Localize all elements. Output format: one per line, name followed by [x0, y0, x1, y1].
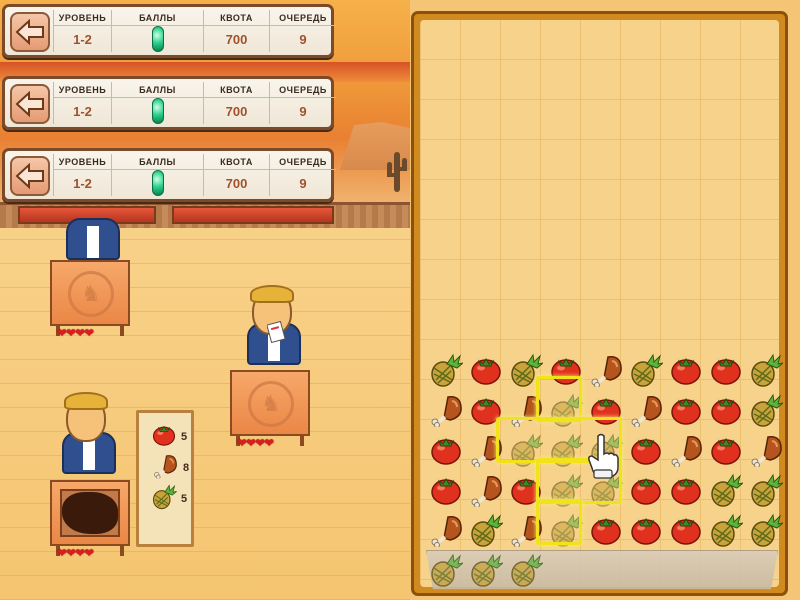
queue-value: 9: [299, 103, 307, 119]
drumstick-icon[interactable]: [426, 390, 466, 430]
queue-label: ОЧЕРЕДЬ: [270, 82, 336, 98]
hearts-customer-1: ❤❤❤❤: [57, 326, 94, 340]
pineapple-icon[interactable]: [746, 510, 786, 550]
queue-label: ОЧЕРЕДЬ: [270, 154, 336, 170]
order-row: 5: [143, 483, 187, 514]
tomato-icon[interactable]: [586, 510, 626, 550]
quota-label: КВОТА: [204, 10, 269, 26]
level-label: УРОВЕНЬ: [54, 10, 111, 26]
customer-crate: ♞: [50, 260, 130, 326]
drumstick-icon[interactable]: [746, 430, 786, 470]
tomato-icon[interactable]: [626, 430, 666, 470]
game-board: [411, 11, 788, 596]
order-count: 8: [183, 461, 190, 474]
hud-panel: УРОВЕНЬ 1-2 БАЛЛЫ КВОТА 700 ОЧЕРЕДЬ 9: [2, 4, 336, 58]
quota-value: 700: [225, 103, 248, 119]
tomato-icon[interactable]: [466, 350, 506, 390]
level-value: 1-2: [73, 31, 92, 47]
tomato-icon[interactable]: [626, 510, 666, 550]
queue-value: 9: [299, 175, 307, 191]
back-arrow-icon: [15, 19, 44, 45]
queue-label: ОЧЕРЕДЬ: [270, 10, 336, 26]
tomato-icon[interactable]: [666, 350, 706, 390]
pineapple-icon[interactable]: [746, 390, 786, 430]
tomato-icon[interactable]: [666, 470, 706, 510]
back-arrow-icon: [15, 163, 44, 189]
tomato-icon[interactable]: [426, 470, 466, 510]
back-arrow-icon: [15, 91, 44, 117]
level-value: 1-2: [73, 103, 92, 119]
selection-outline: [536, 376, 582, 422]
tomato-icon[interactable]: [426, 430, 466, 470]
horse-emblem-icon: ♞: [68, 271, 114, 317]
horse-emblem-icon: ♞: [248, 381, 294, 427]
back-button[interactable]: [10, 156, 50, 196]
gem-icon: [151, 98, 164, 124]
quota-label: КВОТА: [204, 154, 269, 170]
pineapple-icon: [466, 550, 506, 590]
gem-icon: [151, 26, 164, 52]
drumstick-icon[interactable]: [666, 430, 706, 470]
pineapple-icon: [506, 550, 546, 590]
drumstick-icon[interactable]: [626, 390, 666, 430]
order-card: 5 8 5: [136, 410, 194, 547]
silhouette-icon: [62, 492, 118, 534]
score-label: БАЛЛЫ: [112, 154, 203, 170]
pineapple-icon[interactable]: [626, 350, 666, 390]
pineapple-icon: [151, 483, 177, 514]
quota-value: 700: [225, 175, 248, 191]
pineapple-icon[interactable]: [706, 510, 746, 550]
drumstick-icon[interactable]: [466, 470, 506, 510]
pineapple-icon[interactable]: [466, 510, 506, 550]
pointer-hand-icon: [588, 433, 619, 479]
drumstick-icon[interactable]: [426, 510, 466, 550]
back-button[interactable]: [10, 84, 50, 124]
wall-slot: [172, 206, 334, 224]
score-label: БАЛЛЫ: [112, 82, 203, 98]
order-count: 5: [181, 492, 188, 505]
level-label: УРОВЕНЬ: [54, 82, 111, 98]
pineapple-icon: [426, 550, 466, 590]
tomato-icon: [151, 422, 177, 451]
pineapple-icon[interactable]: [746, 470, 786, 510]
drumstick-icon[interactable]: [586, 350, 626, 390]
score-label: БАЛЛЫ: [112, 10, 203, 26]
pineapple-icon[interactable]: [706, 470, 746, 510]
drumstick-icon: [152, 453, 179, 482]
order-row: 8: [143, 452, 190, 483]
level-value: 1-2: [73, 175, 92, 191]
tomato-icon[interactable]: [706, 350, 746, 390]
quota-label: КВОТА: [204, 82, 269, 98]
selection-outline: [536, 499, 582, 545]
order-count: 5: [181, 430, 188, 443]
pineapple-icon[interactable]: [746, 350, 786, 390]
tomato-icon[interactable]: [666, 390, 706, 430]
tomato-icon[interactable]: [666, 510, 706, 550]
tomato-icon[interactable]: [706, 430, 746, 470]
hud-panel: УРОВЕНЬ 1-2 БАЛЛЫ КВОТА 700 ОЧЕРЕДЬ 9: [2, 76, 336, 130]
hearts-customer-2: ❤❤❤❤: [237, 436, 274, 450]
paper-icon: [267, 321, 286, 343]
back-button[interactable]: [10, 12, 50, 52]
pineapple-icon[interactable]: [426, 350, 466, 390]
customer-crate: ♞: [230, 370, 310, 436]
gem-icon: [151, 170, 164, 196]
cactus-icon: [387, 152, 407, 192]
order-row: 5: [143, 421, 187, 452]
quota-value: 700: [225, 31, 248, 47]
level-label: УРОВЕНЬ: [54, 154, 111, 170]
tray-items: [426, 550, 546, 590]
tomato-icon[interactable]: [626, 470, 666, 510]
customer-crate-selected: [50, 480, 130, 546]
hud-panel: УРОВЕНЬ 1-2 БАЛЛЫ КВОТА 700 ОЧЕРЕДЬ 9: [2, 148, 336, 202]
tomato-icon[interactable]: [706, 390, 746, 430]
hearts-customer-3: ❤❤❤❤: [57, 546, 94, 560]
queue-value: 9: [299, 31, 307, 47]
